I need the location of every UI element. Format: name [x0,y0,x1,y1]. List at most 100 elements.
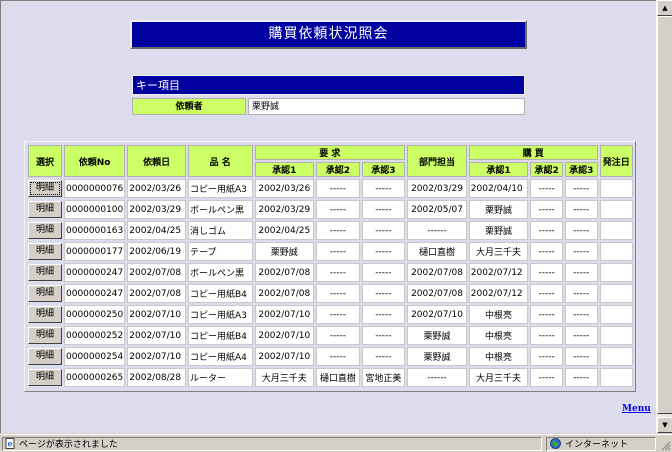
detail-button[interactable]: 明細 [28,243,62,260]
cell-demand-approve3: ----- [361,284,406,303]
key-section-header: キー項目 [132,75,525,95]
security-zone-label: インターネット [565,440,629,450]
col-header-select: 選択 [28,145,62,177]
table-row: 明細 0000000254 2002/07/10 コピー用紙A4 2002/07/10-… [28,347,633,366]
cell-demand-approve1: 2002/07/10 [254,326,315,345]
cell-purchase-approve2: ----- [530,284,563,303]
table-row: 明細 0000000076 2002/03/26 コピー用紙A3 2002/03/26-… [28,179,633,198]
table-row: 明細 0000000247 2002/07/08 コピー用紙B4 2002/07/08-… [28,284,633,303]
cell-demand-approve2: ----- [316,305,360,324]
requester-value: 栗野誠 [248,98,525,115]
scroll-down-button[interactable]: ▼ [657,417,672,433]
cell-order-date [599,200,633,219]
select-cell: 明細 [28,221,62,240]
cell-dept-manager: 樋口直樹 [407,242,467,261]
cell-demand-approve3: 宮地正美 [361,368,406,387]
select-cell: 明細 [28,242,62,261]
menu-link[interactable]: Menu [622,404,651,414]
cell-purchase-approve2: ----- [530,221,563,240]
col-header-purchase-approve1: 承認1 [468,162,529,177]
security-zone-pane: インターネット [546,437,656,451]
cell-request-no: 0000000252 [64,326,126,345]
request-status-grid: 選択 依頼No 依頼日 品 名 要 求 部門担当 購 買 発注日 承認1 承認2… [24,141,636,392]
cell-demand-approve2: ----- [316,179,360,198]
cell-purchase-approve3: ----- [564,221,598,240]
page-done-icon: e [5,438,15,449]
table-row: 明細 0000000247 2002/07/08 ボールペン黒 2002/07/08 --… [28,263,633,282]
cell-request-no: 0000000177 [64,242,126,261]
cell-purchase-approve3: ----- [564,305,598,324]
table-row: 明細 0000000252 2002/07/10 コピー用紙B4 2002/07/10-… [28,326,633,345]
cell-request-date: 2002/08/28 [127,368,186,387]
cell-demand-approve2: ----- [316,200,360,219]
cell-purchase-approve3: ----- [564,263,598,282]
cell-item-name: コピー用紙A3 [187,179,253,198]
cell-purchase-approve3: ----- [564,368,598,387]
cell-request-date: 2002/04/25 [127,221,186,240]
cell-order-date [599,242,633,261]
cell-purchase-approve2: ----- [530,305,563,324]
status-message-pane: e ページが表示されました [2,437,542,451]
cell-purchase-approve2: ----- [530,347,563,366]
cell-purchase-approve1: 2002/07/12 [468,284,529,303]
cell-item-name: コピー用紙A3 [187,305,253,324]
cell-request-date: 2002/07/10 [127,347,186,366]
col-header-purchase-approve2: 承認2 [530,162,563,177]
cell-purchase-approve3: ----- [564,200,598,219]
request-table: 選択 依頼No 依頼日 品 名 要 求 部門担当 購 買 発注日 承認1 承認2… [26,143,635,389]
detail-button[interactable]: 明細 [28,369,62,386]
cell-order-date [599,368,633,387]
detail-button[interactable]: 明細 [28,327,62,344]
cell-item-name: ルーター [187,368,253,387]
detail-button[interactable]: 明細 [28,264,62,281]
cell-purchase-approve1: 大月三千夫 [468,368,529,387]
detail-button[interactable]: 明細 [28,222,62,239]
vertical-scrollbar[interactable]: ▲ ▼ [656,0,672,433]
select-cell: 明細 [28,326,62,345]
cell-dept-manager: ------ [407,368,467,387]
cell-order-date [599,221,633,240]
cell-purchase-approve2: ----- [530,242,563,261]
cell-demand-approve3: ----- [361,242,406,261]
col-header-dept-manager: 部門担当 [407,145,467,177]
detail-button[interactable]: 明細 [28,348,62,365]
col-header-purchase-approve3: 承認3 [564,162,598,177]
select-cell: 明細 [28,305,62,324]
svg-text:e: e [8,439,13,449]
cell-purchase-approve3: ----- [564,242,598,261]
detail-button[interactable]: 明細 [28,306,62,323]
select-cell: 明細 [28,347,62,366]
col-header-item-name: 品 名 [187,145,253,177]
detail-button[interactable]: 明細 [28,201,62,218]
cell-dept-manager: 2002/07/08 [407,284,467,303]
cell-dept-manager: 2002/03/29 [407,179,467,198]
col-header-request-date: 依頼日 [127,145,186,177]
detail-button[interactable]: 明細 [28,285,62,302]
detail-button[interactable]: 明細 [28,180,62,197]
cell-request-no: 0000000250 [64,305,126,324]
resize-grip-icon[interactable] [659,439,671,451]
cell-purchase-approve3: ----- [564,347,598,366]
cell-dept-manager: 2002/07/08 [407,263,467,282]
scroll-thumb[interactable] [657,16,672,414]
cell-order-date [599,284,633,303]
cell-order-date [599,305,633,324]
cell-item-name: ボールペン黒 [187,263,253,282]
cell-purchase-approve1: 中根亮 [468,326,529,345]
cell-demand-approve3: ----- [361,347,406,366]
internet-globe-icon [550,438,561,449]
col-header-demand-approve2: 承認2 [316,162,360,177]
cell-demand-approve3: ----- [361,326,406,345]
cell-demand-approve1: 2002/07/10 [254,305,315,324]
cell-item-name: コピー用紙B4 [187,284,253,303]
col-header-demand: 要 求 [254,145,406,160]
cell-dept-manager: ------ [407,221,467,240]
cell-demand-approve1: 大月三千夫 [254,368,315,387]
request-table-body: 明細 0000000076 2002/03/26 コピー用紙A3 2002/03/26-… [28,179,633,387]
col-header-request-no: 依頼No [64,145,126,177]
cell-request-date: 2002/07/10 [127,305,186,324]
cell-request-date: 2002/03/26 [127,179,186,198]
cell-purchase-approve1: 2002/04/10 [468,179,529,198]
cell-demand-approve1: 2002/03/26 [254,179,315,198]
scroll-up-button[interactable]: ▲ [657,0,672,16]
